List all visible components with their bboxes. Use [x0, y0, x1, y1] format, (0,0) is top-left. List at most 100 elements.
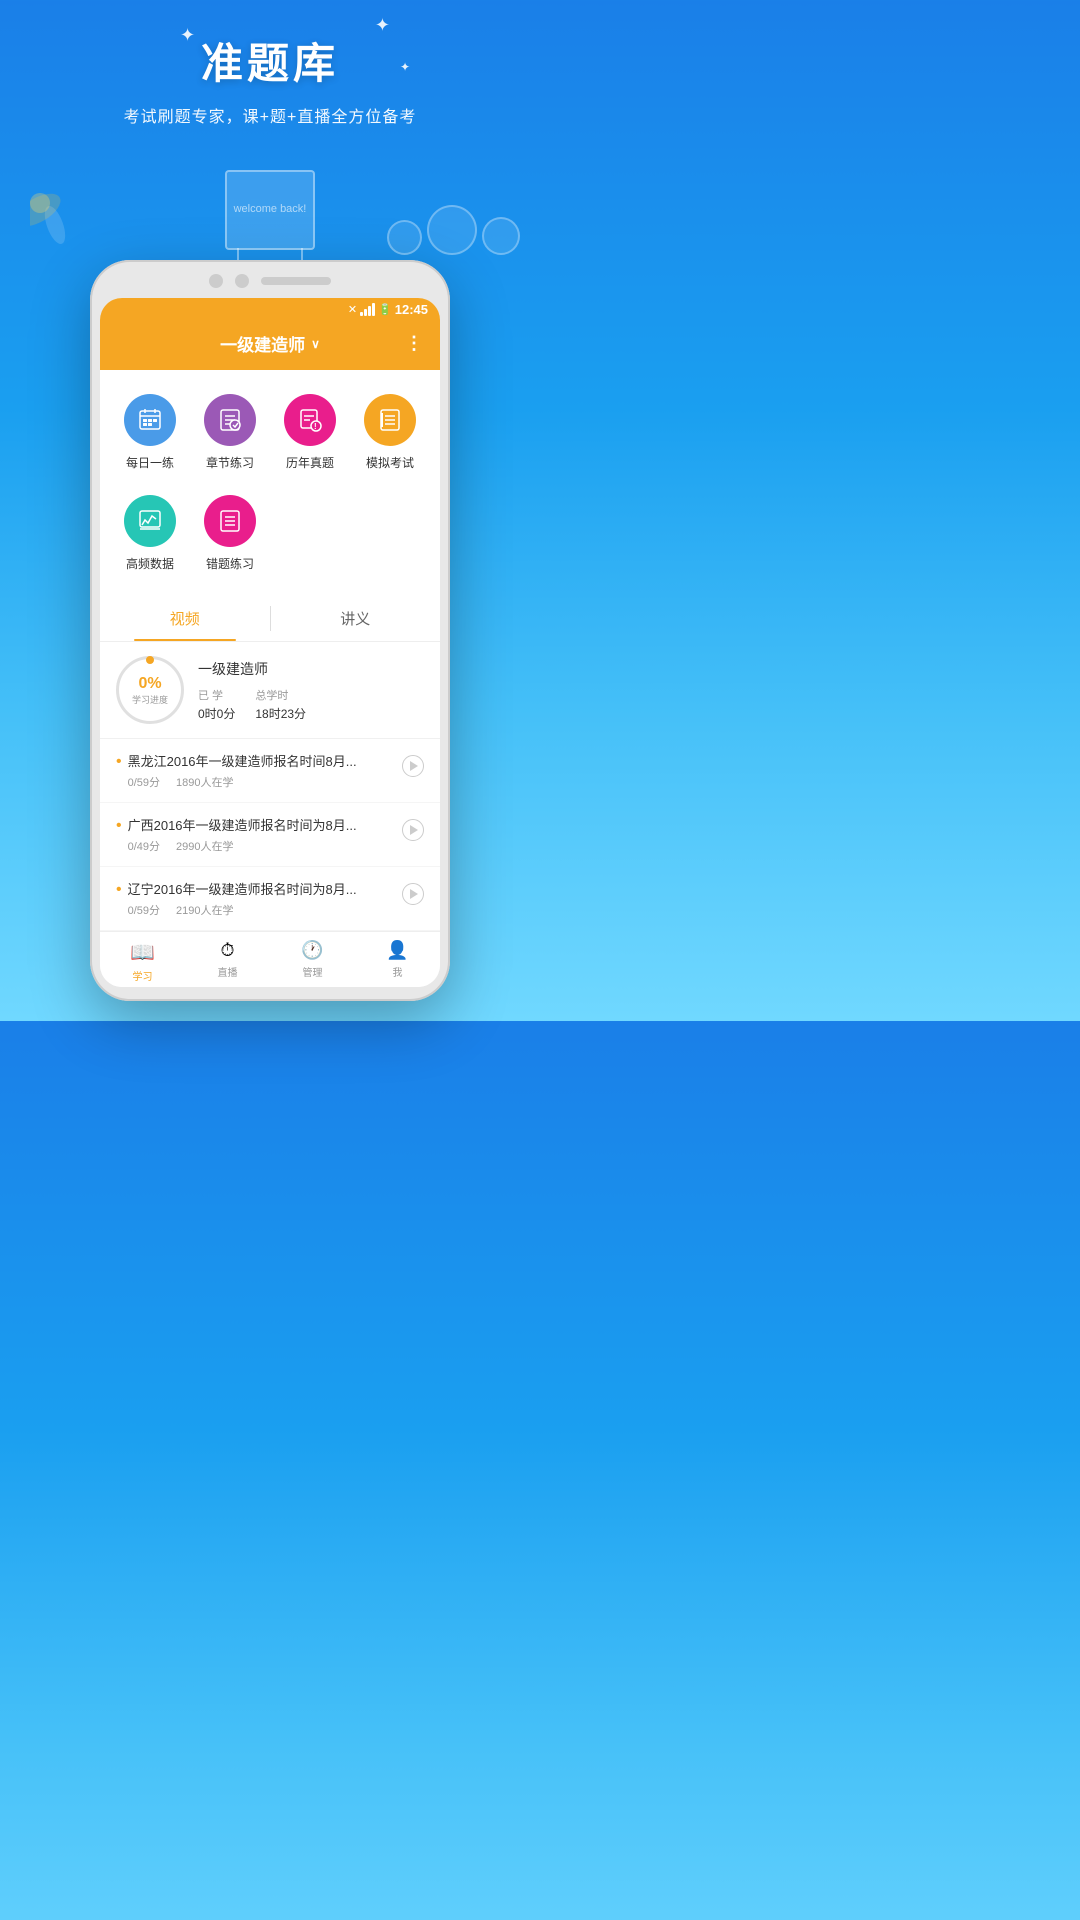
progress-percent: 0%: [138, 675, 161, 693]
nav-item-study[interactable]: 📖 学习: [100, 940, 185, 983]
manage-nav-icon: 🕐: [301, 940, 323, 961]
status-bar: ✕ 🔋 12:45: [100, 298, 440, 321]
video-item-2[interactable]: • 广西2016年一级建造师报名时间为8月... 0/49分 2990人在学: [100, 803, 440, 867]
video-title-3: 辽宁2016年一级建造师报名时间为8月...: [128, 879, 394, 898]
daily-practice-item[interactable]: 每日一练: [110, 386, 190, 479]
sparkle-icon-3: ✦: [400, 60, 410, 74]
video-list: • 黑龙江2016年一级建造师报名时间8月... 0/59分 1890人在学: [100, 739, 440, 931]
video-meta-2: 0/49分 2990人在学: [128, 838, 394, 854]
progress-course: 一级建造师: [198, 659, 424, 679]
app-header: 一级建造师 ∨ ⋮: [100, 321, 440, 370]
video-students-1: 1890人在学: [176, 774, 233, 790]
phone-top-bar: [100, 274, 440, 288]
signal-bar-3: [368, 306, 371, 316]
manage-nav-label: 管理: [303, 964, 323, 979]
battery-icon: 🔋: [378, 303, 392, 316]
video-info-1: 黑龙江2016年一级建造师报名时间8月... 0/59分 1890人在学: [128, 751, 394, 790]
wifi-off-icon: ✕: [348, 303, 357, 316]
nav-item-profile[interactable]: 👤 我: [355, 940, 440, 983]
video-title-2: 广西2016年一级建造师报名时间为8月...: [128, 815, 394, 834]
sparkle-icon-1: ✦: [180, 25, 195, 46]
video-item-left-3: • 辽宁2016年一级建造师报名时间为8月... 0/59分 2190人在学: [116, 879, 394, 918]
high-freq-label: 高频数据: [126, 555, 174, 572]
hero-subtitle: 考试刷题专家，课+题+直播全方位备考: [124, 103, 417, 127]
high-freq-icon: [124, 495, 176, 547]
video-info-2: 广西2016年一级建造师报名时间为8月... 0/49分 2990人在学: [128, 815, 394, 854]
profile-nav-icon: 👤: [386, 940, 408, 961]
daily-practice-label: 每日一练: [126, 454, 174, 471]
video-title-1: 黑龙江2016年一级建造师报名时间8月...: [128, 751, 394, 770]
icon-grid-row2: 高频数据 错题练习: [100, 487, 440, 596]
tab-handout[interactable]: 讲义: [271, 596, 441, 641]
mock-exam-item[interactable]: 模拟考试: [350, 386, 430, 479]
phone-camera-1: [209, 274, 223, 288]
play-button-1[interactable]: [402, 755, 424, 777]
profile-nav-label: 我: [393, 964, 403, 979]
sparkle-icon-2: ✦: [375, 15, 390, 36]
chapter-practice-item[interactable]: 章节练习: [190, 386, 270, 479]
mock-exam-icon: [364, 394, 416, 446]
play-triangle-2: [410, 825, 418, 835]
video-dot-2: •: [116, 817, 122, 835]
play-triangle-1: [410, 761, 418, 771]
past-exams-item[interactable]: ! 历年真题: [270, 386, 350, 479]
video-duration-1: 0/59分: [128, 774, 160, 790]
status-time: 12:45: [395, 302, 428, 317]
video-duration-3: 0/59分: [128, 902, 160, 918]
video-info-3: 辽宁2016年一级建造师报名时间为8月... 0/59分 2190人在学: [128, 879, 394, 918]
progress-dot: [146, 656, 154, 664]
video-item-1[interactable]: • 黑龙江2016年一级建造师报名时间8月... 0/59分 1890人在学: [100, 739, 440, 803]
dropdown-icon[interactable]: ∨: [311, 337, 320, 351]
wrong-practice-item[interactable]: 错题练习: [190, 487, 270, 580]
total-stat: 总学时 18时23分: [255, 687, 306, 722]
whiteboard-icon: welcome back!: [225, 170, 315, 250]
video-item-3[interactable]: • 辽宁2016年一级建造师报名时间为8月... 0/59分 2190人在学: [100, 867, 440, 931]
signal-bar-2: [364, 309, 367, 316]
svg-text:!: !: [314, 422, 317, 431]
phone-mockup-wrapper: ✕ 🔋 12:45 一级建造师 ∨ ⋮: [0, 260, 540, 1021]
more-button[interactable]: ⋮: [405, 333, 424, 354]
studied-label: 已 学: [198, 687, 235, 703]
phone-camera-2: [235, 274, 249, 288]
video-meta-1: 0/59分 1890人在学: [128, 774, 394, 790]
video-students-2: 2990人在学: [176, 838, 233, 854]
icon-grid-row1: 每日一练 章节练习: [100, 370, 440, 487]
progress-stats: 已 学 0时0分 总学时 18时23分: [198, 687, 424, 722]
video-meta-3: 0/59分 2190人在学: [128, 902, 394, 918]
signal-bar-4: [372, 303, 375, 316]
nav-item-live[interactable]: ⏱ 直播: [185, 940, 270, 983]
past-exams-icon: !: [284, 394, 336, 446]
wrong-practice-label: 错题练习: [206, 555, 254, 572]
video-item-left-2: • 广西2016年一级建造师报名时间为8月... 0/49分 2990人在学: [116, 815, 394, 854]
play-button-3[interactable]: [402, 883, 424, 905]
hero-title: 准题库: [201, 30, 339, 91]
header-title-text: 一级建造师: [220, 331, 305, 356]
progress-info: 一级建造师 已 学 0时0分 总学时 18时23分: [198, 659, 424, 722]
signal-bar-1: [360, 312, 363, 316]
chapter-practice-label: 章节练习: [206, 454, 254, 471]
past-exams-label: 历年真题: [286, 454, 334, 471]
play-triangle-3: [410, 889, 418, 899]
progress-circle: 0% 学习进度: [116, 656, 184, 724]
signal-bars: [360, 303, 375, 316]
header-title: 一级建造师 ∨: [220, 331, 320, 356]
high-freq-item[interactable]: 高频数据: [110, 487, 190, 580]
studied-value: 0时0分: [198, 705, 235, 722]
hero-decor: welcome back!: [0, 120, 540, 260]
tab-video[interactable]: 视频: [100, 596, 270, 641]
video-dot-3: •: [116, 881, 122, 899]
progress-section: 0% 学习进度 一级建造师 已 学 0时0分 总学时 18时23分: [100, 642, 440, 739]
video-students-3: 2190人在学: [176, 902, 233, 918]
video-item-left-1: • 黑龙江2016年一级建造师报名时间8月... 0/59分 1890人在学: [116, 751, 394, 790]
progress-label: 学习进度: [132, 693, 168, 706]
phone-screen: ✕ 🔋 12:45 一级建造师 ∨ ⋮: [100, 298, 440, 987]
nav-item-manage[interactable]: 🕐 管理: [270, 940, 355, 983]
play-button-2[interactable]: [402, 819, 424, 841]
status-icons: ✕ 🔋 12:45: [348, 302, 428, 317]
study-nav-label: 学习: [133, 968, 153, 983]
live-nav-icon: ⏱: [220, 940, 234, 961]
bottom-nav: 📖 学习 ⏱ 直播 🕐 管理 👤 我: [100, 931, 440, 987]
torch-icon: [30, 155, 80, 250]
study-nav-icon: 📖: [130, 940, 155, 965]
studied-stat: 已 学 0时0分: [198, 687, 235, 722]
